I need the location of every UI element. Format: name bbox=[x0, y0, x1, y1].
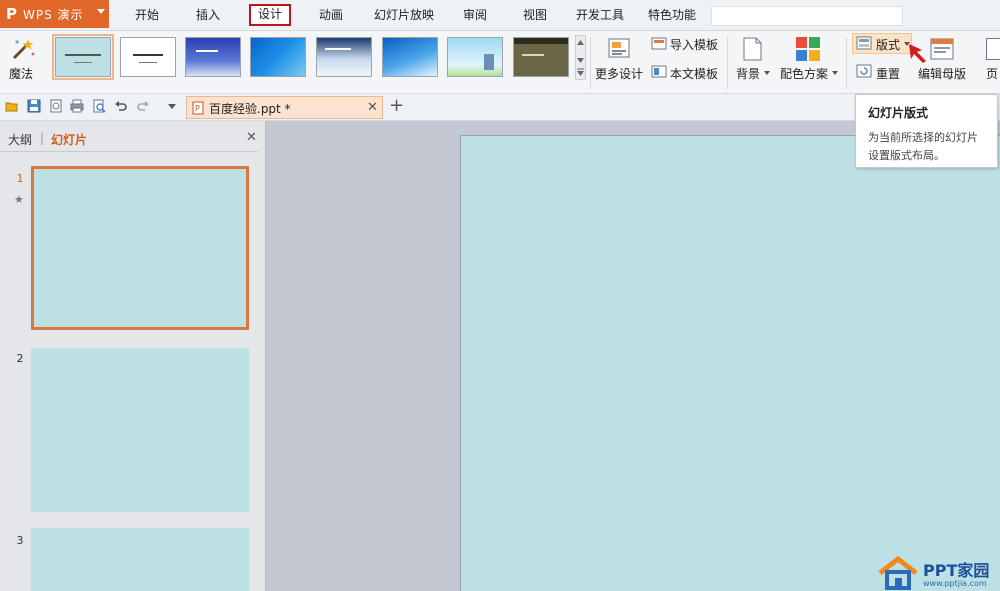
svg-text:P: P bbox=[195, 104, 200, 113]
document-tab[interactable]: P 百度经验.ppt * ✕ bbox=[186, 96, 383, 119]
template-thumb-4[interactable] bbox=[250, 37, 306, 77]
quick-access-dropdown-icon[interactable] bbox=[168, 104, 176, 109]
menu-tab-home[interactable]: 开始 bbox=[124, 5, 170, 25]
wps-logo-icon: P bbox=[6, 5, 17, 23]
reset-icon bbox=[856, 64, 872, 78]
reset-button[interactable]: 重置 bbox=[876, 65, 900, 82]
save-icon[interactable] bbox=[27, 99, 41, 113]
pointer-arrow-icon bbox=[906, 42, 930, 64]
new-tab-icon[interactable]: + bbox=[389, 96, 404, 116]
ribbon-separator bbox=[590, 37, 591, 89]
quick-access-bar bbox=[0, 94, 1000, 121]
menu-tab-design[interactable]: 设计 bbox=[249, 4, 291, 26]
ppt-file-icon: P bbox=[192, 101, 204, 115]
page-setup-button[interactable]: 页 bbox=[986, 65, 998, 82]
layout-icon bbox=[856, 36, 872, 50]
redo-icon[interactable] bbox=[136, 99, 150, 113]
gallery-scrollbar[interactable] bbox=[575, 35, 586, 80]
pptjia-watermark: PPT家园 www.pptjia.com bbox=[876, 555, 1000, 591]
undo-icon[interactable] bbox=[114, 99, 128, 113]
template-thumb-3[interactable] bbox=[185, 37, 241, 77]
template-thumb-1[interactable] bbox=[52, 34, 114, 80]
template-thumb-6[interactable] bbox=[382, 37, 438, 77]
tooltip-description-line1: 为当前所选择的幻灯片 bbox=[868, 131, 978, 144]
menu-tab-developer[interactable]: 开发工具 bbox=[570, 5, 630, 25]
ribbon-separator bbox=[846, 37, 847, 89]
close-tab-icon[interactable]: ✕ bbox=[367, 100, 378, 115]
app-name: WPS 演示 bbox=[23, 7, 84, 22]
slide-canvas[interactable] bbox=[460, 135, 1000, 591]
background-button[interactable]: 背景 bbox=[736, 65, 760, 82]
slides-tab[interactable]: 幻灯片 bbox=[51, 131, 87, 148]
template-thumb-8[interactable] bbox=[513, 37, 569, 77]
menu-tab-insert[interactable]: 插入 bbox=[185, 5, 231, 25]
template-thumb-7[interactable] bbox=[447, 37, 503, 77]
open-folder-icon[interactable] bbox=[5, 99, 19, 113]
edit-master-icon bbox=[930, 38, 954, 60]
menu-tab-slideshow[interactable]: 幻灯片放映 bbox=[368, 5, 440, 25]
star-icon: ★ bbox=[14, 193, 24, 206]
color-scheme-button[interactable]: 配色方案 bbox=[780, 65, 828, 82]
this-template-button[interactable]: 本文模板 bbox=[670, 65, 718, 82]
template-thumb-2[interactable] bbox=[120, 37, 176, 77]
caret-down-icon bbox=[97, 9, 105, 14]
magic-wand-icon bbox=[8, 36, 36, 62]
menu-tab-special[interactable]: 特色功能 bbox=[642, 5, 702, 25]
export-pdf-icon[interactable] bbox=[49, 99, 63, 113]
app-menu-button[interactable]: P WPS 演示 bbox=[0, 0, 109, 28]
menu-tab-animation[interactable]: 动画 bbox=[308, 5, 354, 25]
document-title: 百度经验.ppt * bbox=[209, 102, 291, 116]
slide-number: 1 bbox=[16, 172, 24, 185]
outline-tab[interactable]: 大纲 bbox=[8, 131, 32, 148]
layout-tooltip: 幻灯片版式 为当前所选择的幻灯片 设置版式布局。 bbox=[855, 94, 998, 168]
search-input[interactable] bbox=[711, 6, 903, 26]
template-thumb-5[interactable] bbox=[316, 37, 372, 77]
slide-thumbnail[interactable] bbox=[31, 528, 249, 591]
slide-thumbnail[interactable] bbox=[31, 166, 249, 330]
page-setup-icon bbox=[986, 38, 1000, 60]
slide-number: 2 bbox=[16, 352, 24, 365]
tooltip-title: 幻灯片版式 bbox=[868, 106, 929, 120]
caret-down-icon bbox=[764, 71, 770, 75]
tooltip-description-line2: 设置版式布局。 bbox=[868, 149, 945, 162]
magic-button[interactable]: 魔法 bbox=[9, 65, 33, 82]
slide-thumbnail[interactable] bbox=[31, 348, 249, 512]
background-icon bbox=[741, 36, 763, 62]
close-panel-icon[interactable]: ✕ bbox=[246, 130, 257, 145]
print-preview-icon[interactable] bbox=[92, 99, 106, 113]
caret-down-icon bbox=[832, 71, 838, 75]
this-template-icon bbox=[651, 64, 667, 78]
layout-label: 版式 bbox=[876, 38, 901, 52]
color-scheme-icon bbox=[795, 36, 821, 62]
print-icon[interactable] bbox=[70, 99, 84, 113]
slide-number: 3 bbox=[16, 534, 24, 547]
more-design-button[interactable]: 更多设计 bbox=[595, 65, 643, 82]
tab-divider: | bbox=[40, 131, 45, 145]
panel-divider bbox=[0, 151, 258, 152]
import-template-button[interactable]: 导入模板 bbox=[670, 36, 718, 53]
edit-master-button[interactable]: 编辑母版 bbox=[918, 65, 966, 82]
menu-tab-view[interactable]: 视图 bbox=[512, 5, 558, 25]
more-design-icon bbox=[606, 36, 632, 60]
menu-tab-review[interactable]: 审阅 bbox=[452, 5, 498, 25]
house-logo-icon bbox=[878, 555, 918, 590]
import-template-icon bbox=[651, 36, 667, 50]
ribbon-separator bbox=[727, 37, 728, 89]
